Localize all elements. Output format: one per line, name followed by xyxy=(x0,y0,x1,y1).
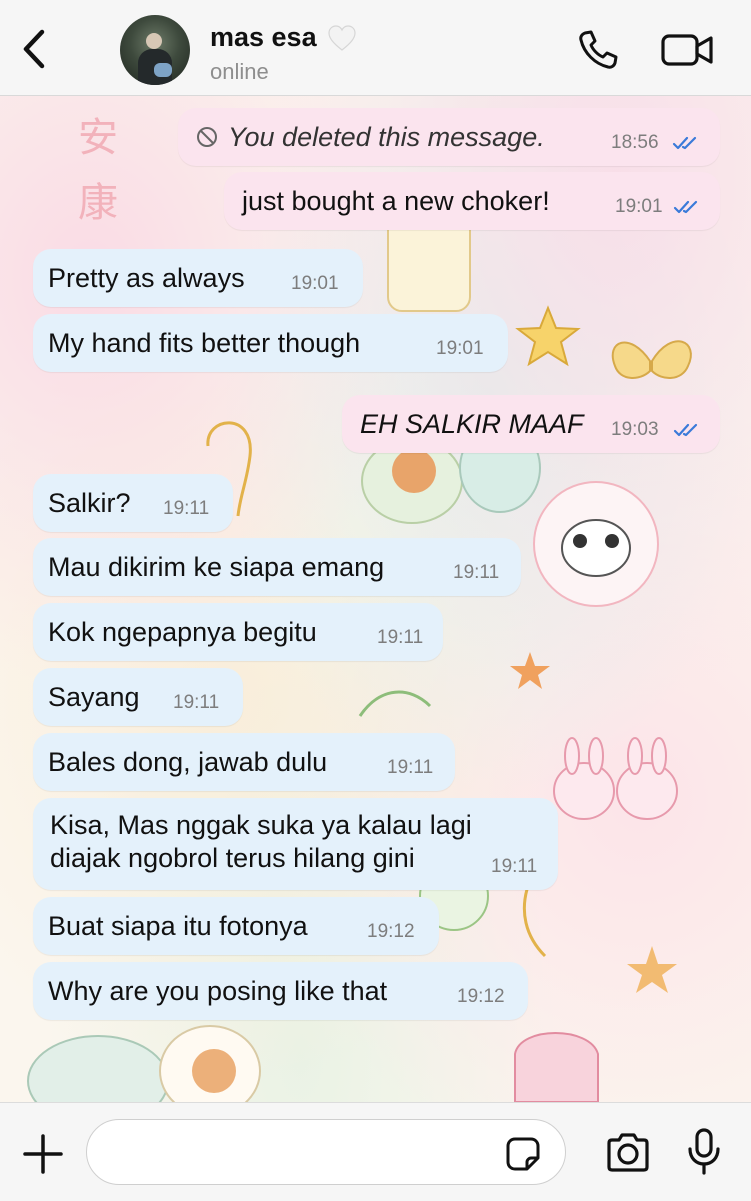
message-text: just bought a new choker! xyxy=(242,185,550,216)
wallpaper-kanji-1: 安 xyxy=(78,115,118,161)
message-time: 19:03 xyxy=(611,419,659,440)
attach-button[interactable] xyxy=(22,1133,64,1175)
message-bubble-incoming[interactable]: Bales dong, jawab dulu 19:11 xyxy=(33,733,455,791)
message-bubble-outgoing[interactable]: just bought a new choker! 19:01 xyxy=(224,172,720,230)
message-text: My hand fits better though xyxy=(48,327,361,358)
phone-icon xyxy=(579,30,618,69)
message-bubble-incoming[interactable]: Mau dikirim ke siapa emang 19:11 xyxy=(33,538,521,596)
message-bubble-incoming[interactable]: Pretty as always 19:01 xyxy=(33,249,363,307)
message-bubble-incoming[interactable]: Why are you posing like that 19:12 xyxy=(33,962,528,1020)
message-composer xyxy=(0,1102,751,1201)
message-bubble-incoming[interactable]: Buat siapa itu fotonya 19:12 xyxy=(33,897,439,955)
read-receipt-icon xyxy=(672,136,697,150)
voice-call-button[interactable] xyxy=(576,28,620,72)
message-time: 19:01 xyxy=(615,196,663,217)
white-heart-icon xyxy=(327,24,356,51)
message-text: Buat siapa itu fotonya xyxy=(48,910,308,941)
message-time: 19:11 xyxy=(387,757,434,778)
message-text: Mau dikirim ke siapa emang xyxy=(48,551,385,582)
chat-messages-area[interactable]: 安 康 You deleted this message. 18:56 just… xyxy=(0,96,751,1102)
message-time: 19:11 xyxy=(453,562,500,583)
video-call-button[interactable] xyxy=(660,30,716,70)
message-text: Why are you posing like that xyxy=(48,975,388,1006)
message-time: 19:01 xyxy=(436,338,484,359)
message-time: 19:12 xyxy=(367,921,415,942)
video-camera-icon xyxy=(661,34,713,66)
sticker-button[interactable] xyxy=(505,1136,541,1172)
message-time: 19:01 xyxy=(291,273,339,294)
wallpaper-kanji-2: 康 xyxy=(78,180,118,226)
message-text: Salkir? xyxy=(48,487,131,518)
message-bubble-incoming[interactable]: Salkir? 19:11 xyxy=(33,474,233,532)
message-bubble-incoming[interactable]: My hand fits better though 19:01 xyxy=(33,314,508,372)
message-text-line-2: diajak ngobrol terus hilang gini xyxy=(50,843,415,873)
message-bubble-outgoing[interactable]: You deleted this message. 18:56 xyxy=(178,108,720,166)
contact-avatar[interactable] xyxy=(120,15,190,85)
sticker-icon xyxy=(506,1137,540,1171)
contact-name: mas esa xyxy=(210,22,317,52)
message-text: Sayang xyxy=(48,681,140,712)
message-text-line-1: Kisa, Mas nggak suka ya kalau lagi xyxy=(50,810,472,840)
contact-status: online xyxy=(210,59,269,84)
camera-button[interactable] xyxy=(604,1131,652,1175)
microphone-icon xyxy=(688,1128,720,1175)
message-text: Kok ngepapnya begitu xyxy=(48,616,317,647)
message-time: 19:12 xyxy=(457,986,505,1007)
back-chevron-icon xyxy=(23,29,45,69)
message-time: 19:11 xyxy=(491,856,538,877)
plus-icon xyxy=(23,1134,63,1174)
message-time: 19:11 xyxy=(377,627,424,648)
message-bubble-outgoing[interactable]: EH SALKIR MAAF 19:03 xyxy=(342,395,720,453)
message-time: 18:56 xyxy=(611,132,659,153)
message-time: 19:11 xyxy=(163,498,210,519)
message-bubble-incoming[interactable]: Kok ngepapnya begitu 19:11 xyxy=(33,603,443,661)
message-bubble-incoming[interactable]: Sayang 19:11 xyxy=(33,668,243,726)
camera-icon xyxy=(607,1133,649,1172)
message-text: Pretty as always xyxy=(48,262,245,293)
message-text: EH SALKIR MAAF xyxy=(360,408,584,439)
back-button[interactable] xyxy=(14,24,54,74)
message-input[interactable] xyxy=(86,1119,566,1185)
read-receipt-icon xyxy=(673,423,698,437)
message-time: 19:11 xyxy=(173,692,220,713)
contact-name-row[interactable]: mas esa xyxy=(210,22,357,53)
voice-message-button[interactable] xyxy=(686,1127,722,1177)
message-bubble-incoming[interactable]: Kisa, Mas nggak suka ya kalau lagi diaja… xyxy=(33,798,558,890)
deleted-message-icon xyxy=(197,127,217,147)
message-text: Bales dong, jawab dulu xyxy=(48,746,328,777)
read-receipt-icon xyxy=(673,200,698,214)
message-text: You deleted this message. xyxy=(228,121,545,152)
chat-header: mas esa online xyxy=(0,0,751,96)
